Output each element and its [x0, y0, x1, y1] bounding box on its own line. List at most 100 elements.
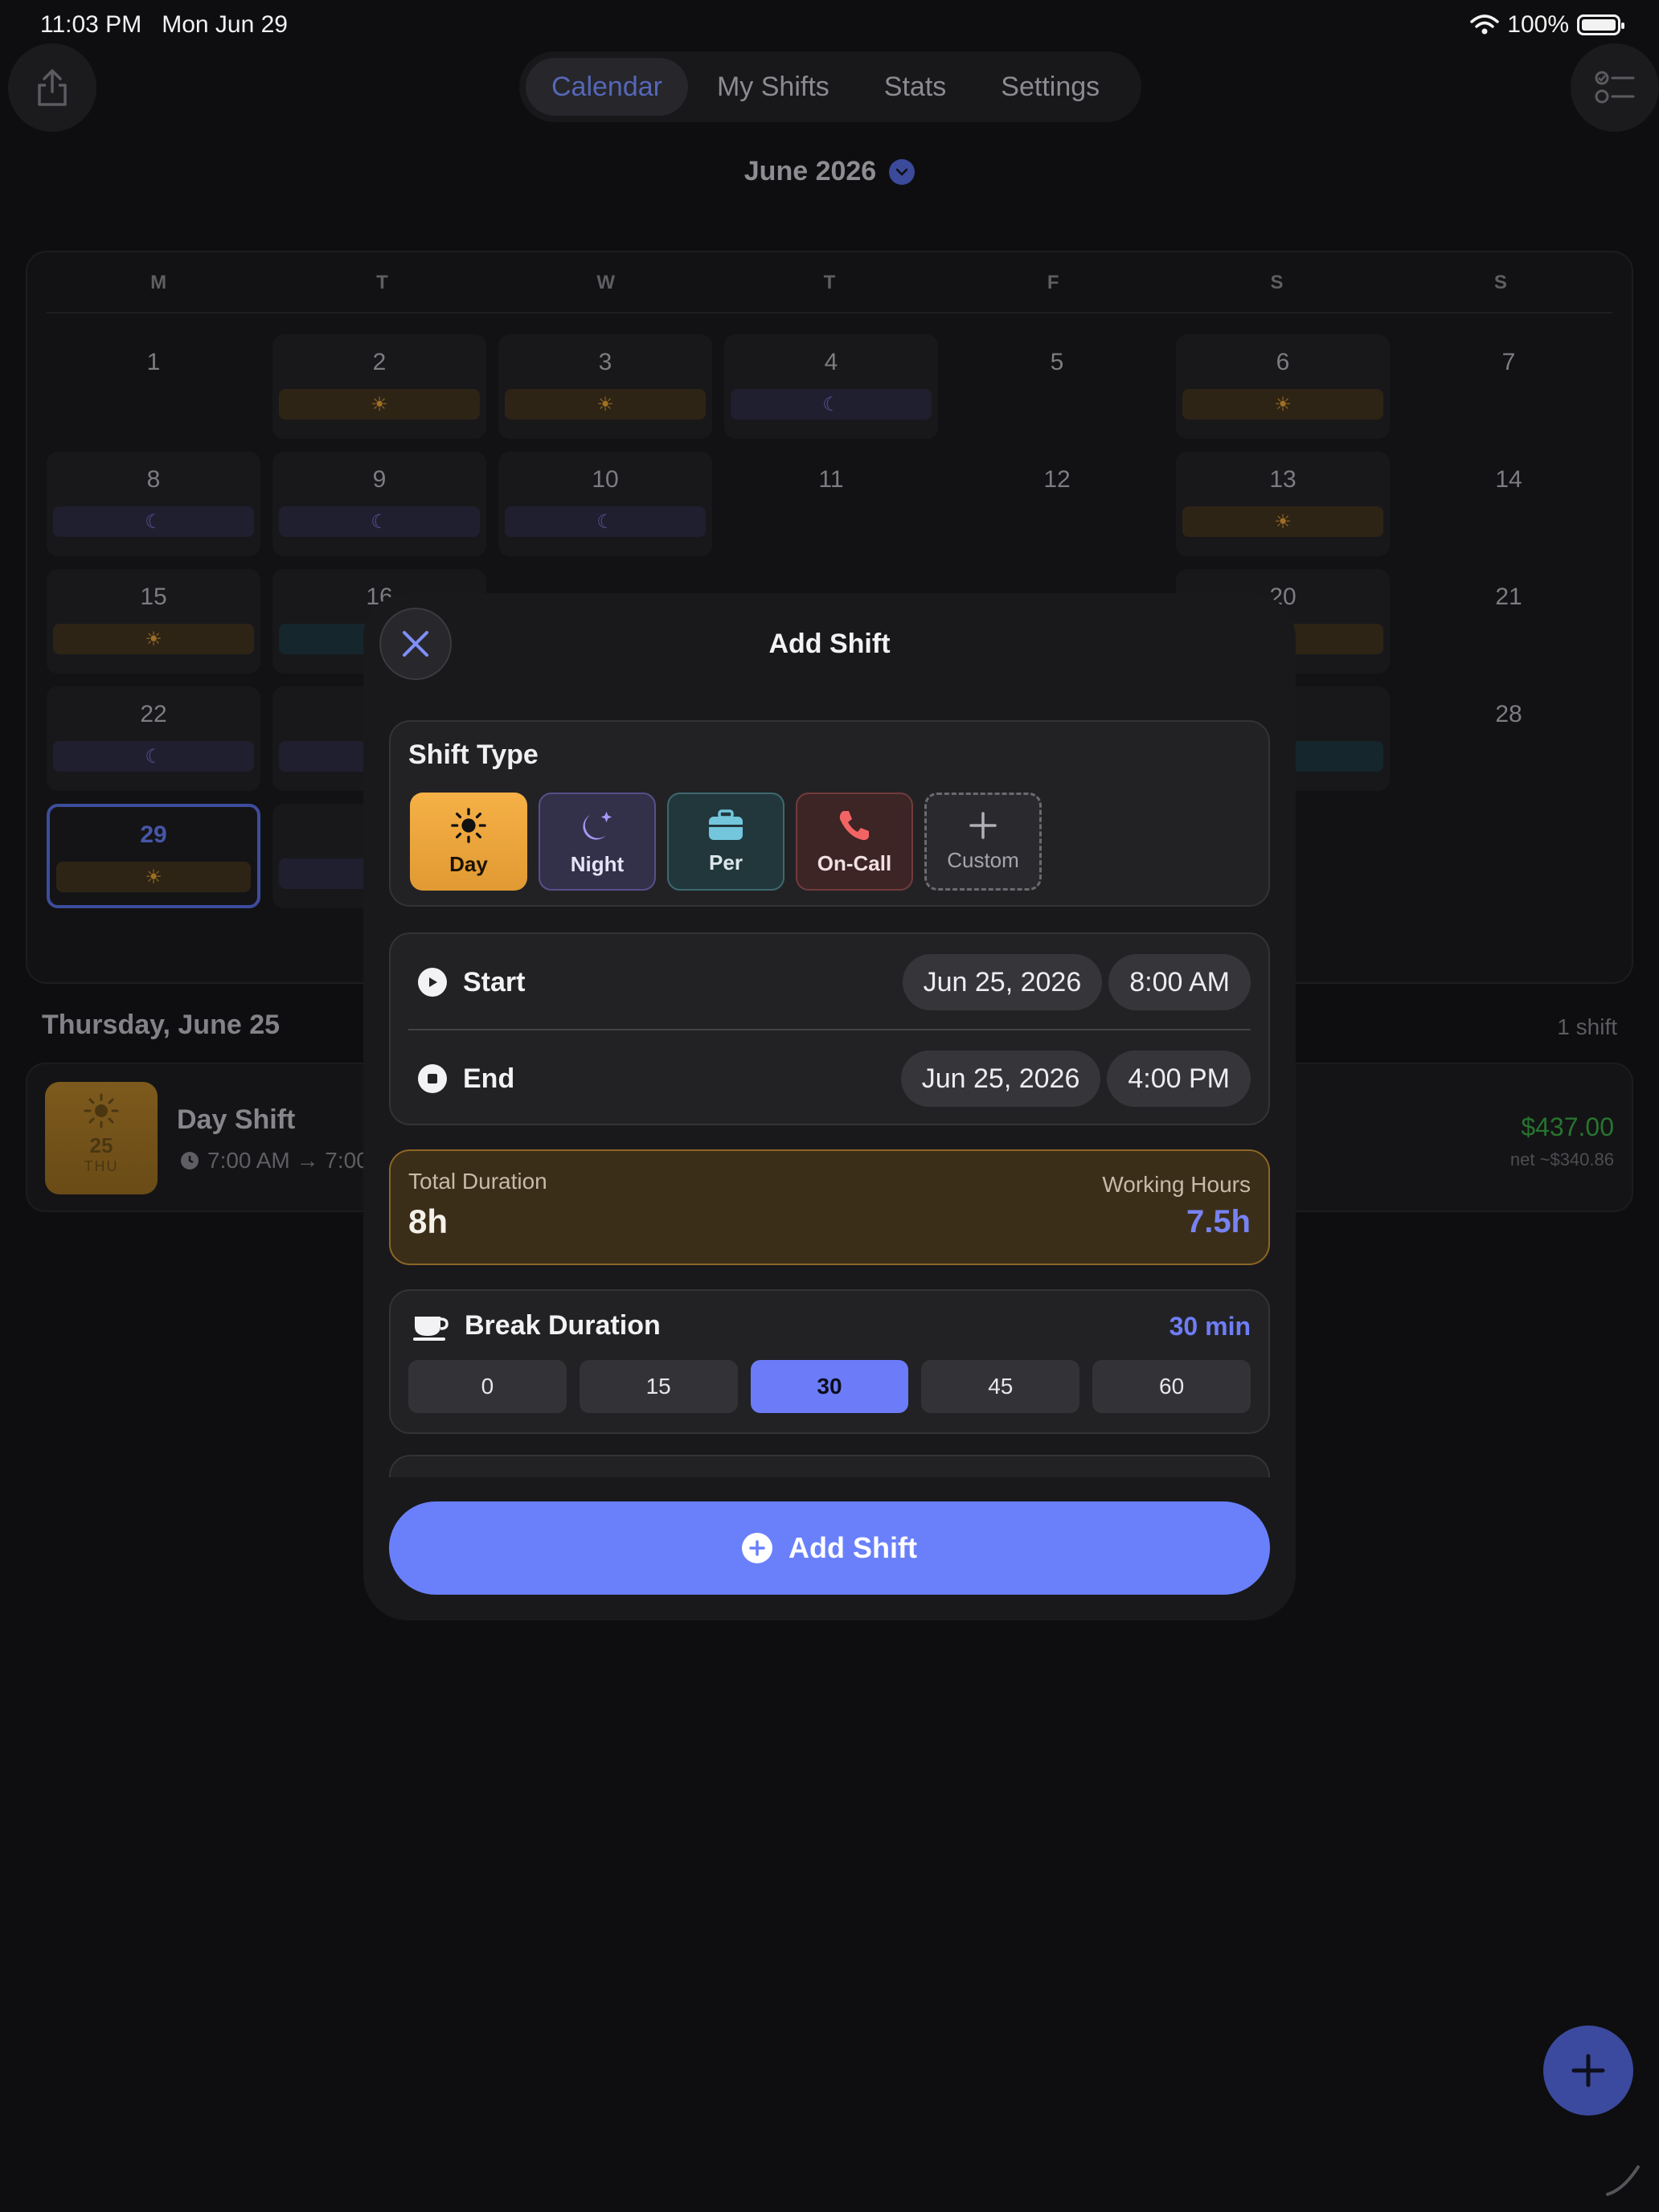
calendar-day-number: 11 [818, 466, 844, 493]
shift-type-oncall-label: On-Call [817, 850, 892, 875]
day-shift-marker: ☀ [279, 389, 480, 420]
calendar-day[interactable]: 12 [950, 452, 1164, 556]
total-duration-value: 8h [408, 1202, 449, 1240]
time-range-card: Start Jun 25, 2026 8:00 AM End Jun 25, 2… [389, 932, 1270, 1125]
coffee-cup-icon [413, 1317, 449, 1341]
weekday-header: M T W T F S S [47, 272, 1612, 313]
badge-weekday: THU [84, 1158, 119, 1174]
break-option-15[interactable]: 15 [579, 1360, 738, 1413]
break-option-60[interactable]: 60 [1092, 1360, 1251, 1413]
calendar-day-number: 8 [146, 466, 161, 493]
shift-type-oncall[interactable]: On-Call [796, 793, 913, 891]
calendar-day[interactable]: 10 ☾ [498, 452, 712, 556]
break-option-30[interactable]: 30 [750, 1360, 909, 1413]
calendar-day[interactable]: 7 [1402, 334, 1616, 439]
night-shift-marker: ☾ [731, 389, 932, 420]
main-tab-bar: Calendar My Shifts Stats Settings [519, 51, 1141, 122]
tab-stats[interactable]: Stats [858, 58, 972, 116]
day-shift-marker: ☀ [56, 862, 251, 892]
sun-icon [84, 1093, 119, 1129]
calendar-day[interactable]: 29 ☀ [47, 804, 260, 908]
battery-icon [1577, 14, 1624, 35]
calendar-day-number: 14 [1495, 466, 1522, 493]
shift-type-label: Shift Type [408, 739, 539, 770]
calendar-day[interactable]: 9 ☾ [272, 452, 486, 556]
end-time-picker[interactable]: 4:00 PM [1107, 1051, 1251, 1107]
tab-my-shifts[interactable]: My Shifts [691, 58, 855, 116]
calendar-day[interactable]: 1 [47, 334, 260, 439]
calendar-day[interactable]: 5 [950, 334, 1164, 439]
sheet-title: Add Shift [768, 629, 891, 659]
moon-icon [583, 811, 612, 840]
shift-type-custom[interactable]: Custom [924, 793, 1042, 891]
calendar-day-number: 2 [372, 349, 387, 375]
play-icon [418, 968, 447, 997]
calendar-day[interactable]: 14 [1402, 452, 1616, 556]
calendar-day[interactable]: 4 ☾ [724, 334, 938, 439]
day-shift-marker: ☀ [505, 389, 706, 420]
phone-icon [839, 810, 869, 840]
sun-icon [451, 807, 486, 843]
weekday-label: T [376, 272, 388, 293]
calendar-day[interactable]: 21 [1402, 569, 1616, 674]
month-label: June 2026 [743, 156, 877, 186]
shift-type-night-label: Night [570, 851, 625, 876]
calendar-day[interactable]: 3 ☀ [498, 334, 712, 439]
calendar-day-number: 15 [140, 584, 167, 610]
shift-type-night[interactable]: Night [539, 793, 656, 891]
add-shift-fab[interactable] [1543, 2026, 1633, 2116]
share-button[interactable] [8, 43, 96, 132]
calendar-day[interactable]: 2 ☀ [272, 334, 486, 439]
tab-calendar[interactable]: Calendar [526, 58, 688, 116]
weekday-label: F [1047, 272, 1059, 293]
calendar-day[interactable]: 8 ☾ [47, 452, 260, 556]
tab-settings[interactable]: Settings [975, 58, 1125, 116]
wifi-icon [1470, 14, 1500, 35]
shift-type-day[interactable]: Day [410, 793, 527, 891]
clock-icon [181, 1152, 199, 1169]
calendar-day-number: 13 [1269, 466, 1296, 493]
shift-amount: $437.00 [1521, 1112, 1614, 1141]
weekday-label: S [1493, 272, 1507, 293]
calendar-day[interactable]: 13 ☀ [1176, 452, 1390, 556]
night-shift-marker: ☾ [53, 506, 254, 537]
status-clock: 11:03 PM [40, 11, 142, 38]
month-selector[interactable]: June 2026 [0, 156, 1659, 187]
weekday-label: M [150, 272, 167, 293]
weekday-label: T [823, 272, 836, 293]
chevron-down-icon [889, 158, 916, 185]
plus-icon [1571, 2054, 1605, 2087]
shift-type-per[interactable]: Per [667, 793, 784, 891]
shift-type-day-label: Day [449, 851, 488, 876]
start-time-picker[interactable]: 8:00 AM [1108, 954, 1251, 1010]
weekday-label: S [1270, 272, 1284, 293]
start-label: Start [463, 966, 526, 997]
calendar-day-number: 5 [1050, 349, 1064, 375]
break-option-0[interactable]: 0 [408, 1360, 567, 1413]
end-date-picker[interactable]: Jun 25, 2026 [900, 1051, 1101, 1107]
pencil-hint-icon [1606, 2165, 1640, 2196]
calendar-day[interactable]: 15 ☀ [47, 569, 260, 674]
add-shift-button[interactable]: Add Shift [389, 1501, 1270, 1595]
break-duration-card: Break Duration 30 min 0 15 30 45 60 [389, 1289, 1270, 1434]
checklist-button[interactable] [1571, 43, 1659, 132]
calendar-day[interactable]: 6 ☀ [1176, 334, 1390, 439]
calendar-day-number: 7 [1501, 349, 1516, 375]
break-duration-label: Break Duration [465, 1310, 661, 1341]
calendar-day-number: 1 [146, 349, 161, 375]
calendar-day[interactable]: 11 [724, 452, 938, 556]
calendar-day[interactable]: 28 [1402, 686, 1616, 791]
share-icon [38, 69, 67, 106]
calendar-day-number: 29 [140, 821, 167, 848]
start-date-picker[interactable]: Jun 25, 2026 [902, 954, 1103, 1010]
total-duration-label: Total Duration [408, 1169, 547, 1194]
day-shift-marker: ☀ [53, 624, 254, 654]
calendar-day[interactable]: 22 ☾ [47, 686, 260, 791]
working-hours-value: 7.5h [1186, 1204, 1251, 1239]
break-option-45[interactable]: 45 [921, 1360, 1080, 1413]
status-date: Mon Jun 29 [162, 11, 288, 38]
checklist-icon [1595, 71, 1635, 104]
calendar-day-number: 28 [1495, 701, 1522, 727]
selected-day-title: Thursday, June 25 [42, 1010, 281, 1040]
shift-type-custom-label: Custom [947, 847, 1019, 872]
